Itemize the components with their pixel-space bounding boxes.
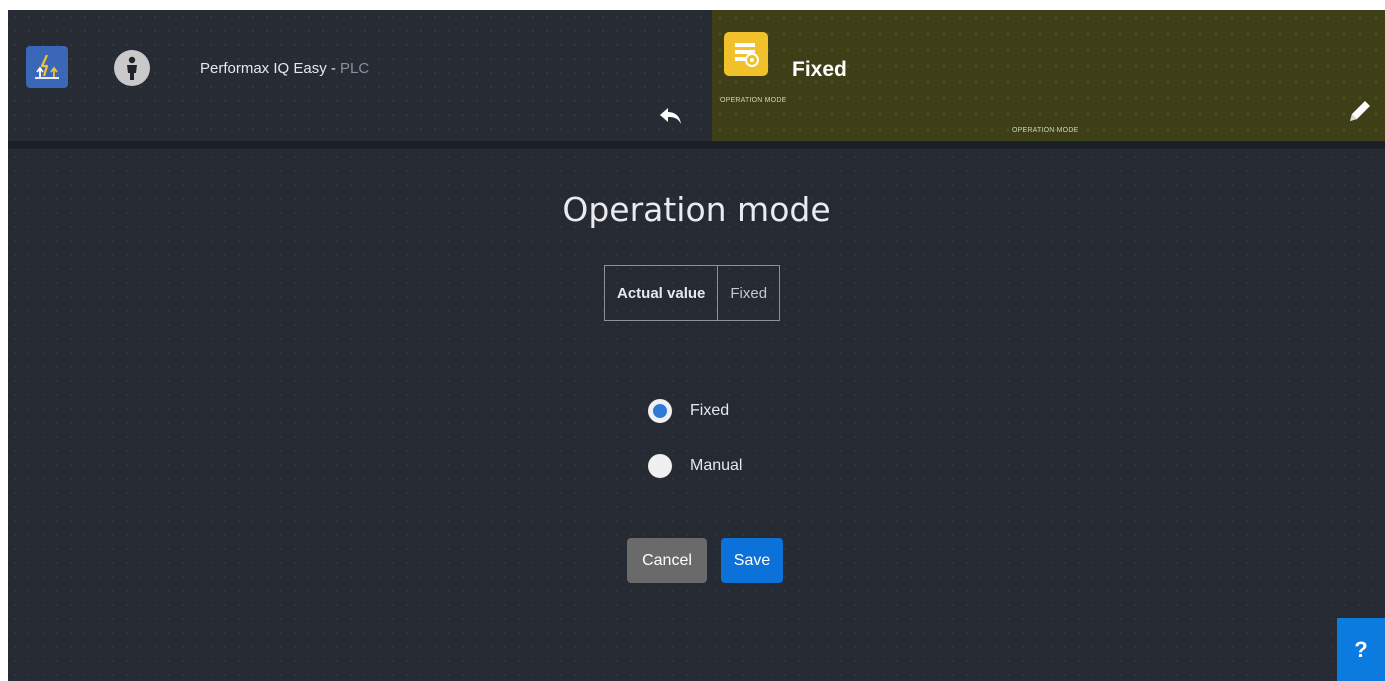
actual-value: Fixed xyxy=(730,284,768,302)
device-name: Performax IQ Easy - PLC xyxy=(200,60,369,77)
app-frame: Performax IQ Easy - PLC Fixed OPERATION xyxy=(8,10,1385,681)
lightning-arrows-icon[interactable] xyxy=(26,46,68,88)
radio-label-fixed: Fixed xyxy=(690,402,730,419)
settings-list-icon xyxy=(724,32,768,76)
save-button[interactable]: Save xyxy=(721,538,783,583)
operation-mode-caption: OPERATION MODE xyxy=(720,97,787,104)
actual-value-table: Actual value Fixed xyxy=(604,265,781,321)
radio-option-fixed[interactable]: Fixed xyxy=(648,396,742,426)
device-sub-text: PLC xyxy=(340,60,370,77)
cancel-button[interactable]: Cancel xyxy=(627,538,707,583)
operation-mode-value: Fixed xyxy=(792,58,847,81)
page-title: Operation mode xyxy=(562,190,831,229)
device-name-text: Performax IQ Easy - xyxy=(200,60,341,77)
radio-option-manual[interactable]: Manual xyxy=(648,451,742,481)
radio-label-manual: Manual xyxy=(690,457,743,474)
operation-mode-tile[interactable]: Fixed OPERATION MODE OPERATION MODE xyxy=(712,10,1385,141)
radio-button-manual[interactable] xyxy=(648,454,672,478)
header-divider xyxy=(8,141,1385,149)
help-button[interactable]: ? xyxy=(1337,618,1385,681)
undo-arrow-icon[interactable] xyxy=(654,102,688,130)
header-bar: Performax IQ Easy - PLC Fixed OPERATION xyxy=(8,10,1385,149)
person-icon[interactable] xyxy=(114,50,150,86)
operation-mode-caption-secondary: OPERATION MODE xyxy=(1012,127,1079,134)
pencil-icon[interactable] xyxy=(1343,94,1377,128)
device-header: Performax IQ Easy - PLC xyxy=(8,10,708,141)
operation-mode-radio-group: Fixed Manual xyxy=(648,396,742,506)
radio-button-fixed[interactable] xyxy=(648,399,672,423)
actual-value-label: Actual value xyxy=(605,266,719,320)
